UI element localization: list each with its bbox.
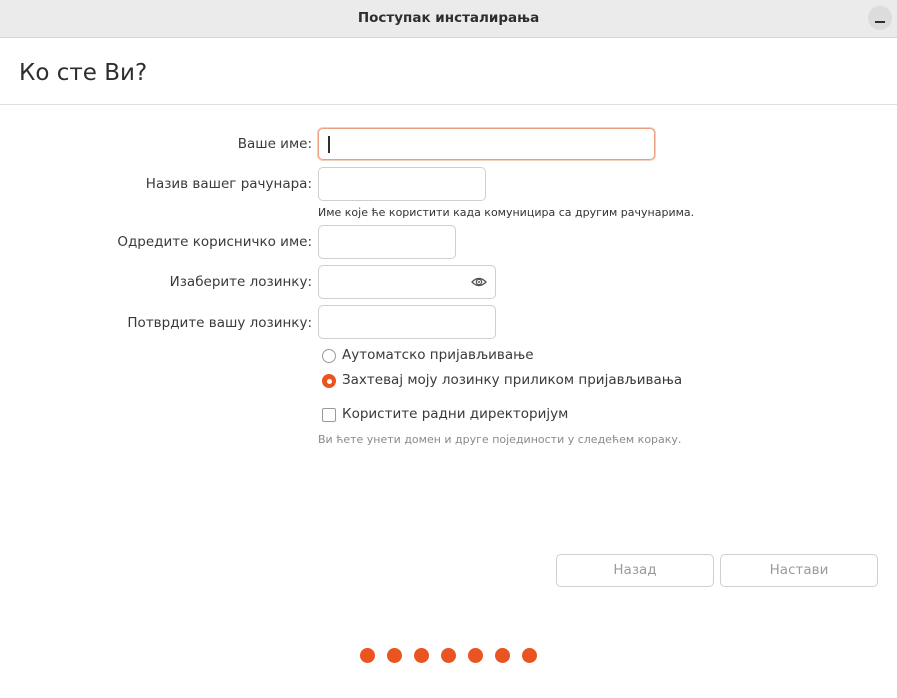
computer-name-hint: Име које ће користити када комуницира са… xyxy=(318,206,695,219)
username-input[interactable] xyxy=(318,225,456,259)
auto-login-label[interactable]: Аутоматско пријављивање xyxy=(342,347,534,363)
require-password-label[interactable]: Захтевај моју лозинку приликом пријављив… xyxy=(342,372,682,388)
text-cursor xyxy=(328,136,330,153)
name-input[interactable] xyxy=(318,128,655,160)
active-directory-hint: Ви ћете унети домен и друге појединости … xyxy=(318,433,682,446)
confirm-password-input[interactable] xyxy=(318,305,496,339)
active-directory-label[interactable]: Користите радни директоријум xyxy=(342,406,568,422)
continue-button[interactable]: Настави xyxy=(720,554,878,587)
back-button[interactable]: Назад xyxy=(556,554,714,587)
username-label: Одредите корисничко име: xyxy=(117,234,312,250)
progress-dot xyxy=(522,648,537,663)
progress-dot xyxy=(468,648,483,663)
page-title: Ко сте Ви? xyxy=(19,60,148,86)
page-header: Ко сте Ви? xyxy=(0,38,897,105)
progress-dot xyxy=(495,648,510,663)
minimize-icon xyxy=(875,21,885,23)
window-title: Поступак инсталирања xyxy=(357,10,540,26)
form-area: Ваше име: Назив вашег рачунара: Име које… xyxy=(0,105,897,698)
progress-dot xyxy=(441,648,456,663)
require-password-radio[interactable] xyxy=(322,374,336,388)
minimize-button[interactable] xyxy=(868,6,892,30)
confirm-password-label: Потврдите вашу лозинку: xyxy=(127,315,312,331)
progress-dot xyxy=(387,648,402,663)
active-directory-checkbox[interactable] xyxy=(322,408,336,422)
computer-name-input[interactable] xyxy=(318,167,486,201)
name-label: Ваше име: xyxy=(237,136,312,152)
auto-login-radio[interactable] xyxy=(322,349,336,363)
password-label: Изаберите лозинку: xyxy=(169,274,312,290)
progress-dot xyxy=(414,648,429,663)
password-input[interactable] xyxy=(318,265,496,299)
computer-name-label: Назив вашег рачунара: xyxy=(145,176,312,192)
eye-icon[interactable] xyxy=(471,274,487,293)
window-titlebar: Поступак инсталирања xyxy=(0,0,897,38)
progress-dot xyxy=(360,648,375,663)
